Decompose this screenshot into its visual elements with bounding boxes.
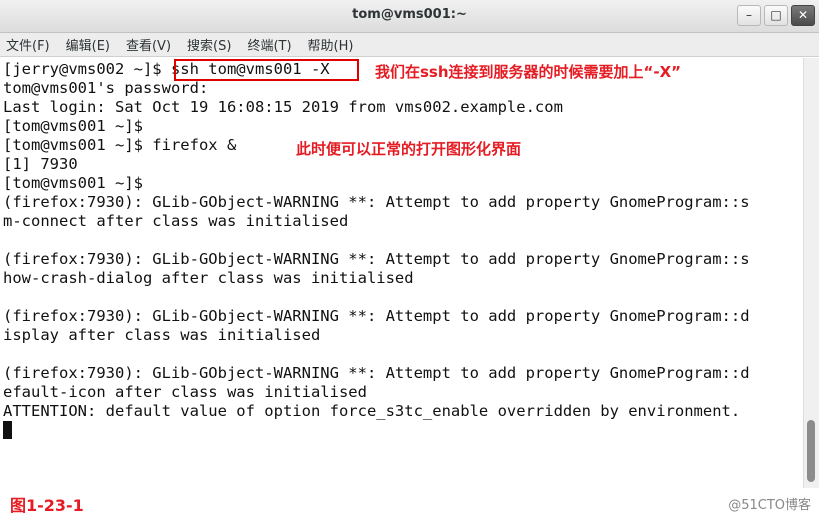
terminal-line: Last login: Sat Oct 19 16:08:15 2019 fro… xyxy=(3,98,563,116)
terminal-line: ATTENTION: default value of option force… xyxy=(3,402,741,420)
menu-search[interactable]: 搜索(S) xyxy=(187,35,231,54)
menu-file[interactable]: 文件(F) xyxy=(6,35,50,54)
menu-terminal[interactable]: 终端(T) xyxy=(247,35,291,54)
command-highlight-box xyxy=(174,59,359,81)
title-bar[interactable]: tom@vms001:~ – □ ✕ xyxy=(0,0,819,33)
menu-help[interactable]: 帮助(H) xyxy=(308,35,354,54)
terminal-line: tom@vms001's password: xyxy=(3,79,209,97)
terminal-line: [tom@vms001 ~]$ xyxy=(3,174,143,192)
maximize-button[interactable]: □ xyxy=(764,5,788,26)
terminal-cursor xyxy=(3,421,12,439)
terminal-line: m-connect after class was initialised xyxy=(3,212,349,230)
menu-view[interactable]: 查看(V) xyxy=(126,35,171,54)
firefox-annotation: 此时便可以正常的打开图形化界面 xyxy=(296,140,522,158)
figure-label: 图1-23-1 xyxy=(10,496,84,515)
terminal-line: (firefox:7930): GLib-GObject-WARNING **:… xyxy=(3,250,750,268)
vertical-scrollbar[interactable] xyxy=(803,58,819,488)
terminal-line: [tom@vms001 ~]$ firefox & xyxy=(3,136,237,154)
close-button[interactable]: ✕ xyxy=(791,5,815,26)
menu-edit[interactable]: 编辑(E) xyxy=(66,35,110,54)
terminal-line: [tom@vms001 ~]$ xyxy=(3,117,143,135)
terminal-window: tom@vms001:~ – □ ✕ 文件(F) 编辑(E) 查看(V) 搜索(… xyxy=(0,0,819,488)
window-title: tom@vms001:~ xyxy=(352,7,467,22)
ssh-x-annotation: 我们在ssh连接到服务器的时候需要加上“-X” xyxy=(375,63,682,81)
terminal-line: (firefox:7930): GLib-GObject-WARNING **:… xyxy=(3,193,750,211)
terminal-line: [1] 7930 xyxy=(3,155,78,173)
terminal-line: how-crash-dialog after class was initial… xyxy=(3,269,414,287)
terminal-line: (firefox:7930): GLib-GObject-WARNING **:… xyxy=(3,307,750,325)
scrollbar-thumb[interactable] xyxy=(807,420,815,482)
watermark: @51CTO博客 xyxy=(728,498,811,513)
terminal-line: isplay after class was initialised xyxy=(3,326,321,344)
window-controls: – □ ✕ xyxy=(737,5,815,26)
menu-bar: 文件(F) 编辑(E) 查看(V) 搜索(S) 终端(T) 帮助(H) xyxy=(0,33,819,57)
terminal-line: (firefox:7930): GLib-GObject-WARNING **:… xyxy=(3,364,750,382)
minimize-button[interactable]: – xyxy=(737,5,761,26)
terminal-line: efault-icon after class was initialised xyxy=(3,383,367,401)
